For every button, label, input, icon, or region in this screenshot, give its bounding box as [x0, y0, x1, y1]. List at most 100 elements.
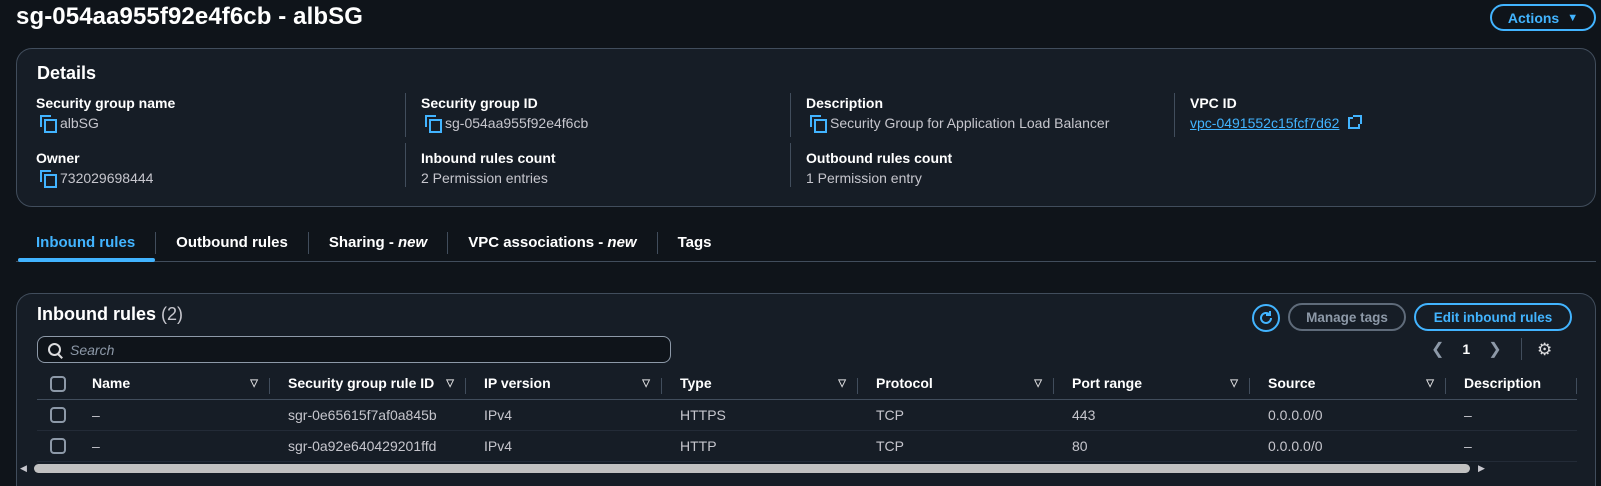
field-label: VPC ID [1190, 95, 1237, 111]
copy-icon[interactable] [40, 115, 57, 133]
cell-port-range: 80 [1054, 430, 1250, 462]
cell-source: 0.0.0.0/0 [1250, 399, 1446, 431]
tab-label: VPC associations - [468, 234, 608, 251]
column-header-description[interactable]: Description [1446, 368, 1577, 400]
field-value: sg-054aa955f92e4f6cb [445, 115, 589, 131]
column-header-protocol[interactable]: Protocol ▽ [858, 368, 1054, 400]
select-all-checkbox[interactable] [50, 375, 66, 392]
vpc-id-link[interactable]: vpc-0491552c15fcf7d62 [1190, 115, 1339, 131]
column-header-ip-version[interactable]: IP version ▽ [466, 368, 662, 400]
table-header-row: Name ▽ Security group rule ID ▽ IP version… [37, 368, 1577, 400]
sort-icon[interactable]: ▽ [250, 378, 258, 389]
column-header-name[interactable]: Name ▽ [74, 368, 270, 400]
details-heading: Details [37, 63, 97, 83]
new-badge: new [398, 234, 428, 251]
field-value: albSG [60, 115, 99, 131]
rules-count: (2) [161, 304, 184, 324]
scrollbar-thumb[interactable] [34, 464, 1470, 473]
field-label: Description [806, 95, 884, 111]
column-divider [405, 143, 406, 187]
column-header-source[interactable]: Source ▽ [1250, 368, 1446, 400]
field-label: Security group ID [421, 95, 538, 111]
cell-rule-id: sgr-0a92e640429201ffd [270, 430, 466, 462]
column-header-type[interactable]: Type ▽ [662, 368, 858, 400]
rules-table: Name ▽ Security group rule ID ▽ IP version… [37, 368, 1577, 462]
column-label: Source [1268, 375, 1316, 392]
tab-vpc-associations[interactable]: VPC associations - new [448, 224, 656, 261]
copy-icon[interactable] [810, 115, 827, 133]
search-field[interactable] [37, 336, 671, 363]
search-input[interactable] [70, 341, 630, 358]
field-owner: Owner 732029698444 [36, 150, 154, 188]
tab-label: Outbound rules [176, 234, 288, 251]
column-label: Port range [1072, 375, 1143, 392]
chevron-left-icon[interactable]: ❮ [1431, 339, 1444, 359]
copy-icon[interactable] [40, 170, 57, 188]
chevron-right-icon[interactable]: ❯ [1488, 339, 1501, 359]
column-label: Protocol [876, 375, 933, 392]
field-outbound-rules-count: Outbound rules count 1 Permission entry [806, 150, 952, 186]
copy-icon[interactable] [425, 115, 442, 133]
scroll-right-icon[interactable]: ▶ [1478, 463, 1485, 474]
cell-ip-version: IPv4 [466, 430, 662, 462]
scroll-left-icon[interactable]: ◀ [20, 463, 27, 474]
tab-label: Tags [677, 234, 712, 251]
cell-rule-id: sgr-0e65615f7af0a845b [270, 399, 466, 431]
pager-divider [1521, 338, 1522, 360]
sort-icon[interactable]: ▽ [1034, 378, 1042, 389]
rules-title: Inbound rules [37, 304, 156, 324]
refresh-icon [1260, 311, 1272, 324]
sort-icon[interactable]: ▽ [1426, 378, 1434, 389]
column-label: Security group rule ID [288, 375, 435, 392]
sort-icon[interactable]: ▽ [1230, 378, 1238, 389]
tab-outbound-rules[interactable]: Outbound rules [156, 224, 308, 261]
sort-icon[interactable]: ▽ [446, 378, 454, 389]
cell-type: HTTP [662, 430, 858, 462]
row-checkbox[interactable] [50, 407, 66, 424]
cell-protocol: TCP [858, 399, 1054, 431]
cell-name: – [74, 399, 270, 431]
sort-icon[interactable]: ▽ [642, 378, 650, 389]
sort-icon[interactable]: ▽ [838, 378, 846, 389]
manage-tags-button[interactable]: Manage tags [1288, 303, 1406, 331]
tab-tags[interactable]: Tags [658, 224, 732, 261]
rules-heading: Inbound rules (2) [37, 304, 183, 325]
column-label: IP version [484, 375, 551, 392]
horizontal-scrollbar[interactable]: ◀ ▶ [16, 462, 1576, 474]
actions-button[interactable]: Actions ▼ [1490, 4, 1596, 31]
column-divider [790, 93, 791, 137]
column-divider [790, 143, 791, 187]
table-row[interactable]: – sgr-0a92e640429201ffd IPv4 HTTP TCP 80… [37, 430, 1577, 462]
column-label: Name [92, 375, 131, 392]
gear-icon[interactable]: ⚙ [1537, 340, 1552, 360]
cell-name: – [74, 430, 270, 462]
caret-down-icon: ▼ [1567, 11, 1579, 24]
column-label: Type [680, 375, 712, 392]
pagination: ❮ 1 ❯ [1431, 339, 1502, 359]
inbound-rules-panel: Inbound rules (2) Manage tags Edit inbou… [16, 293, 1596, 486]
edit-inbound-rules-button[interactable]: Edit inbound rules [1414, 303, 1572, 331]
row-checkbox[interactable] [50, 438, 66, 455]
cell-protocol: TCP [858, 430, 1054, 462]
page-number[interactable]: 1 [1462, 341, 1470, 357]
table-row[interactable]: – sgr-0e65615f7af0a845b IPv4 HTTPS TCP 4… [37, 399, 1577, 431]
refresh-button[interactable] [1252, 304, 1280, 332]
field-label: Security group name [36, 95, 176, 111]
column-header-rule-id[interactable]: Security group rule ID ▽ [270, 368, 466, 400]
tab-sharing[interactable]: Sharing - new [309, 224, 447, 261]
column-header-port-range[interactable]: Port range ▽ [1054, 368, 1250, 400]
field-value: Security Group for Application Load Bala… [830, 115, 1110, 131]
tab-label: Inbound rules [36, 234, 136, 251]
external-link-icon[interactable] [1348, 115, 1363, 129]
cell-port-range: 443 [1054, 399, 1250, 431]
cell-ip-version: IPv4 [466, 399, 662, 431]
details-panel: Details Security group name albSG Securi… [16, 48, 1596, 207]
field-value: 732029698444 [60, 170, 154, 186]
tab-label: Sharing - [328, 234, 399, 251]
tab-inbound-rules[interactable]: Inbound rules [16, 224, 156, 262]
field-value: 2 Permission entries [421, 170, 548, 186]
column-divider [405, 93, 406, 137]
field-value: 1 Permission entry [806, 170, 922, 186]
field-label: Inbound rules count [421, 150, 556, 166]
search-icon [48, 342, 62, 357]
